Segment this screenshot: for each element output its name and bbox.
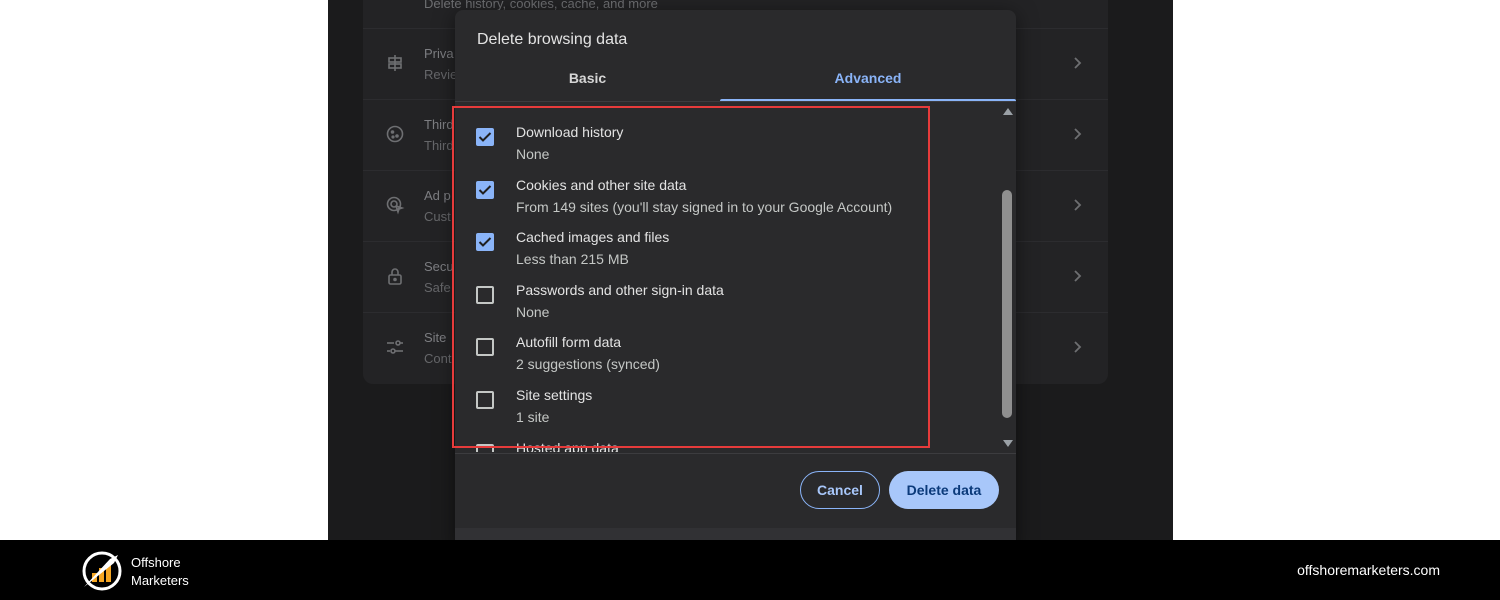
settings-row-title: Third — [424, 117, 454, 132]
item-title: Passwords and other sign-in data — [516, 282, 724, 298]
chevron-right-icon — [1072, 337, 1084, 357]
footer-divider — [455, 453, 1016, 454]
scroll-up-arrow-icon[interactable] — [1003, 108, 1013, 115]
list-item-cookies[interactable]: Cookies and other site data From 149 sit… — [455, 169, 998, 221]
list-item-hosted-app-data[interactable]: Hosted app data — [455, 432, 998, 452]
passwords-checkbox[interactable] — [476, 286, 494, 304]
item-subtitle: None — [516, 146, 550, 162]
item-subtitle: None — [516, 304, 550, 320]
cookie-icon — [385, 124, 405, 144]
scroll-down-arrow-icon[interactable] — [1003, 440, 1013, 447]
list-item-site-settings[interactable]: Site settings 1 site — [455, 379, 998, 431]
brand-url[interactable]: offshoremarketers.com — [1297, 562, 1440, 578]
item-subtitle: 1 site — [516, 409, 550, 425]
list-item-cached-images[interactable]: Cached images and files Less than 215 MB — [455, 221, 998, 273]
site-settings-icon — [385, 337, 405, 357]
cached-images-checkbox[interactable] — [476, 233, 494, 251]
chevron-right-icon — [1072, 266, 1084, 286]
settings-row-title: Site — [424, 330, 447, 345]
hosted-app-data-checkbox[interactable] — [476, 444, 494, 452]
item-subtitle: Less than 215 MB — [516, 251, 629, 267]
settings-row-subtitle: Cont — [424, 351, 452, 366]
item-title: Hosted app data — [516, 440, 619, 452]
item-title: Site settings — [516, 387, 593, 403]
autofill-checkbox[interactable] — [476, 338, 494, 356]
cookies-checkbox[interactable] — [476, 181, 494, 199]
item-title: Cached images and files — [516, 229, 670, 245]
settings-row-title: Secu — [424, 259, 454, 274]
list-item-download-history[interactable]: Download history None — [455, 116, 998, 168]
settings-row-subtitle: Revie — [424, 67, 458, 82]
settings-row-title: Ad p — [424, 188, 451, 203]
dialog-title: Delete browsing data — [477, 31, 628, 48]
settings-row-subtitle: Third — [424, 138, 454, 153]
privacy-guide-icon — [385, 53, 405, 73]
cancel-button[interactable]: Cancel — [800, 471, 880, 509]
chevron-right-icon — [1072, 124, 1084, 144]
list-scrollbar[interactable] — [999, 102, 1016, 452]
list-item-passwords[interactable]: Passwords and other sign-in data None — [455, 274, 998, 326]
settings-row-subtitle: Safe — [424, 280, 451, 295]
settings-row-title: Priva — [424, 46, 454, 61]
chevron-right-icon — [1072, 195, 1084, 215]
site-settings-checkbox[interactable] — [476, 391, 494, 409]
ad-privacy-icon — [385, 195, 405, 215]
tab-advanced[interactable]: Advanced — [720, 70, 1016, 102]
offshore-marketers-logo-icon — [80, 549, 126, 593]
scroll-thumb[interactable] — [1002, 190, 1012, 418]
delete-data-button[interactable]: Delete data — [889, 471, 999, 509]
tab-basic[interactable]: Basic — [455, 70, 720, 102]
item-subtitle: 2 suggestions (synced) — [516, 356, 660, 372]
brand-name-line2: Marketers — [131, 573, 189, 588]
item-title: Autofill form data — [516, 334, 622, 350]
brand-name-line1: Offshore — [131, 555, 181, 570]
brand-footer: Offshore Marketers offshoremarketers.com — [0, 540, 1500, 600]
lock-icon — [385, 266, 405, 286]
list-item-autofill[interactable]: Autofill form data 2 suggestions (synced… — [455, 326, 998, 378]
page: Delete history, cookies, cache, and more… — [0, 0, 1500, 600]
chevron-right-icon — [1072, 53, 1084, 73]
download-history-checkbox[interactable] — [476, 128, 494, 146]
dialog-bottom-band — [455, 528, 1016, 540]
delete-browsing-data-dialog: Delete browsing data Basic Advanced Down… — [455, 10, 1016, 540]
item-subtitle: From 149 sites (you'll stay signed in to… — [516, 199, 893, 215]
item-title: Cookies and other site data — [516, 177, 687, 193]
data-types-list[interactable]: Download history None Cookies and other … — [455, 102, 998, 452]
item-title: Download history — [516, 124, 624, 140]
browser-screenshot: Delete history, cookies, cache, and more… — [328, 0, 1173, 540]
settings-row-subtitle: Cust — [424, 209, 451, 224]
